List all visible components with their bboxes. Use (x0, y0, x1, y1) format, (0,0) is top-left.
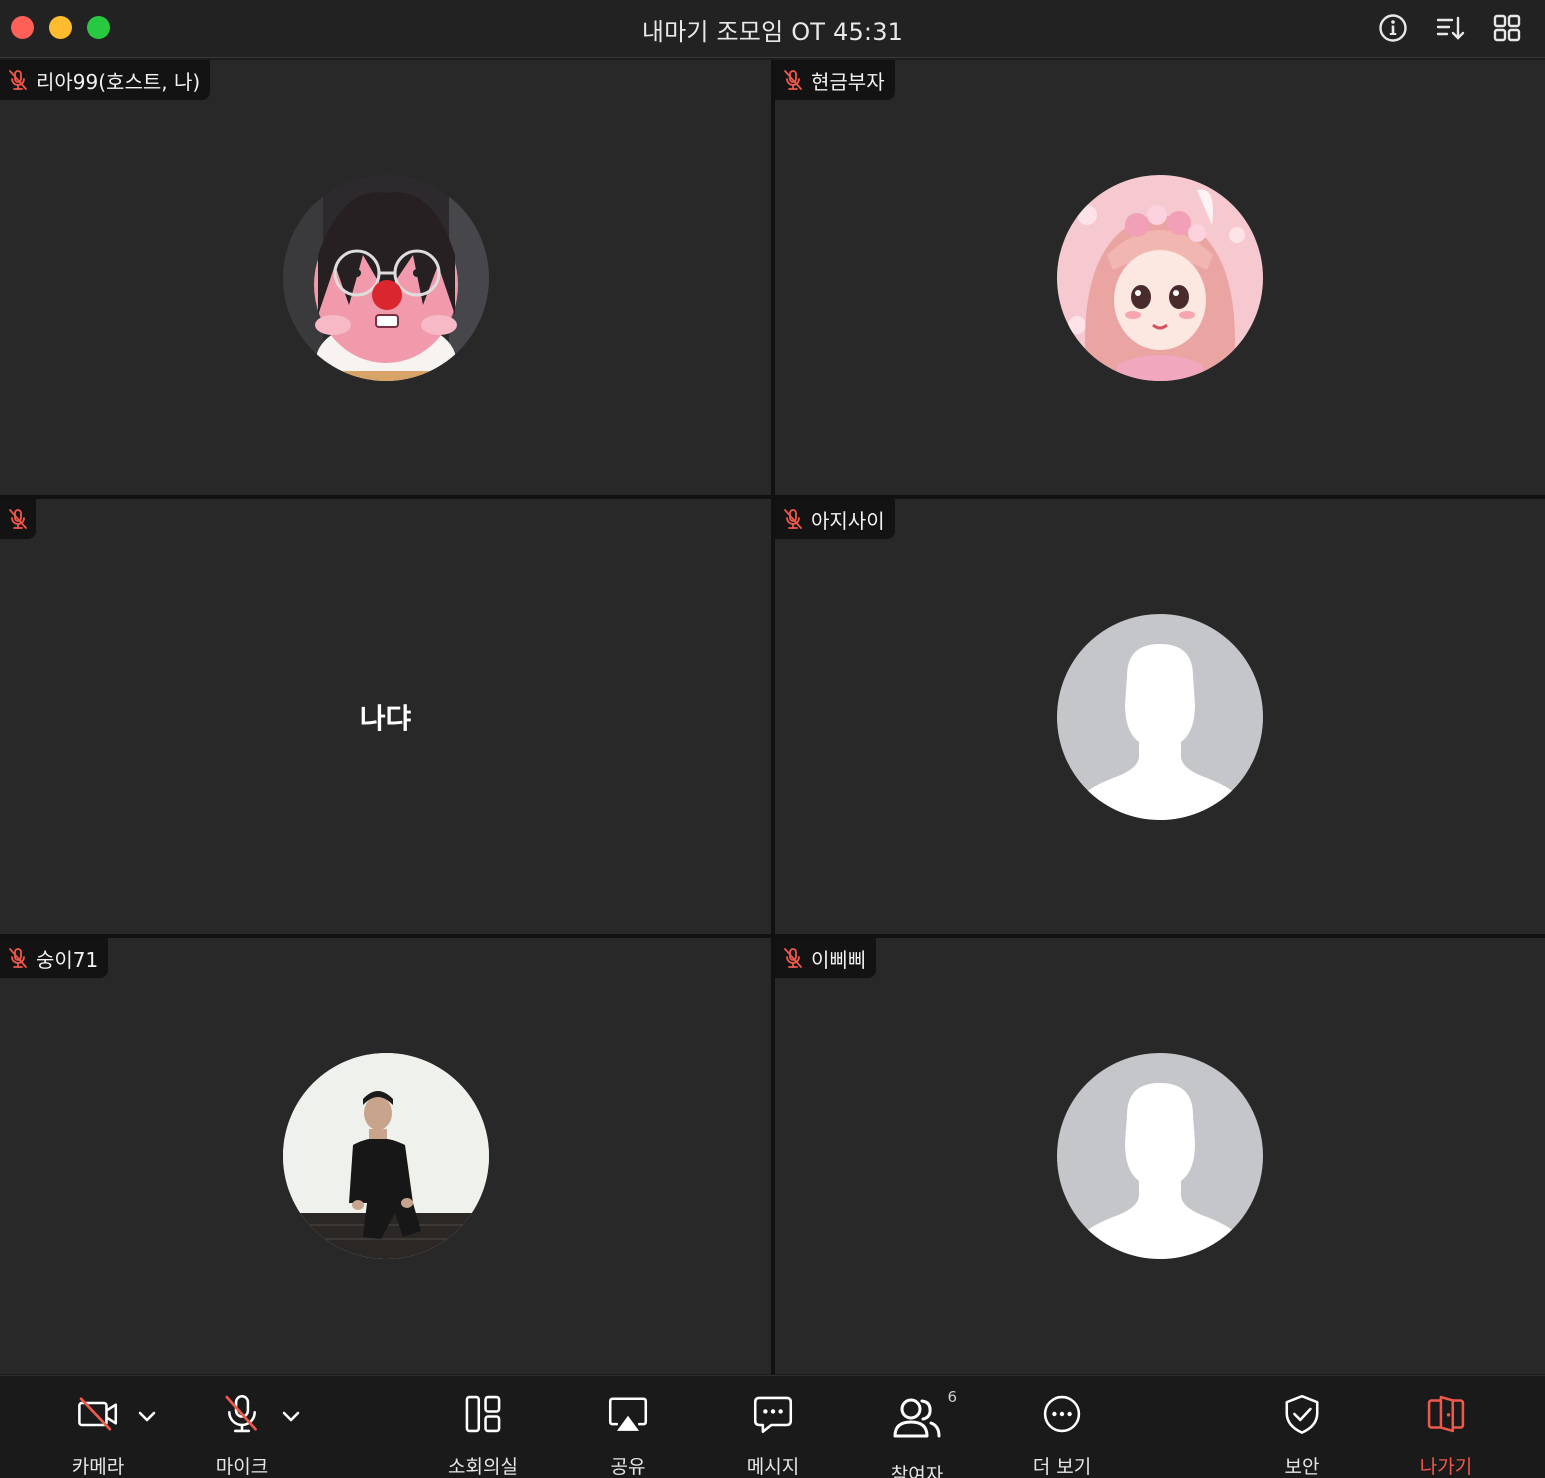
participant-tile[interactable]: 숭이71 (0, 938, 771, 1374)
camera-options-chevron-down-icon[interactable] (135, 1404, 159, 1428)
breakout-rooms-button[interactable]: 소회의실 (428, 1376, 538, 1478)
more-label: 더 보기 (1032, 1456, 1092, 1478)
gallery-view-icon[interactable] (1491, 12, 1523, 44)
anime-girl-avatar-icon (1057, 174, 1263, 381)
participants-icon (893, 1398, 941, 1438)
person-photo-avatar-icon (282, 1053, 489, 1259)
info-icon[interactable] (1377, 12, 1409, 44)
participant-name-tag: 숭이71 (0, 938, 109, 978)
participant-name: 숭이71 (36, 947, 99, 972)
participant-name-tag: 현금부자 (775, 60, 895, 100)
participant-name-tag: 이삐삐 (775, 938, 877, 978)
share-label: 공유 (610, 1456, 646, 1478)
mic-muted-icon (9, 509, 27, 529)
camera-label: 카메라 (71, 1456, 125, 1478)
mic-muted-icon (784, 509, 802, 529)
camera-button[interactable]: 카메라 (52, 1376, 144, 1478)
participant-name: 리아99(호스트, 나) (36, 69, 201, 94)
participant-tile[interactable]: 아지사이 (775, 499, 1545, 934)
more-button[interactable]: 더 보기 (1012, 1376, 1112, 1478)
participant-name: 이삐삐 (811, 947, 867, 972)
video-grid: 리아99(호스트, 나) 현금부자 나댜 아지사이 숭이71 이삐삐 (0, 60, 1545, 1374)
participant-display-name: 나댜 (359, 701, 412, 735)
participant-name: 아지사이 (811, 508, 885, 533)
default-person-icon (1057, 1053, 1263, 1259)
avatar (1057, 174, 1263, 381)
title-bar: 내마기 조모임 OT 45:31 (0, 0, 1545, 58)
avatar (282, 174, 489, 381)
participant-tile[interactable]: 이삐삐 (775, 938, 1545, 1374)
mic-options-chevron-down-icon[interactable] (279, 1404, 303, 1428)
chat-button[interactable]: 메시지 (727, 1376, 819, 1478)
window-title: 내마기 조모임 OT 45:31 (641, 18, 904, 46)
mic-muted-icon (225, 1394, 257, 1433)
security-label: 보안 (1284, 1456, 1320, 1478)
camera-off-icon (78, 1397, 118, 1431)
mic-muted-icon (9, 948, 27, 968)
security-button[interactable]: 보안 (1256, 1376, 1348, 1478)
mic-label: 마이크 (215, 1456, 269, 1478)
leave-meeting-button[interactable]: 나가기 (1400, 1376, 1492, 1478)
participant-tile[interactable]: 나댜 (0, 499, 771, 934)
share-screen-button[interactable]: 공유 (582, 1376, 674, 1478)
participant-name: 현금부자 (811, 69, 885, 94)
message-label: 메시지 (746, 1456, 800, 1478)
meeting-toolbar: 카메라 마이크 소회의실 공유 메시지 6 참여자 더 보기 보안 나가기 (0, 1375, 1545, 1478)
mic-button[interactable]: 마이크 (196, 1376, 288, 1478)
participant-name-tag: 아지사이 (775, 499, 895, 539)
breakout-rooms-icon (465, 1395, 501, 1433)
participant-tile[interactable]: 현금부자 (775, 60, 1545, 495)
participant-tile[interactable]: 리아99(호스트, 나) (0, 60, 771, 495)
participants-icon-wrap: 6 (891, 1388, 957, 1444)
sort-icon[interactable] (1434, 12, 1466, 44)
avatar (1057, 613, 1263, 820)
mic-muted-icon (784, 70, 802, 90)
leave-label: 나가기 (1419, 1456, 1473, 1478)
participants-button[interactable]: 6 참여자 (864, 1376, 970, 1478)
breakout-rooms-label: 소회의실 (448, 1456, 518, 1478)
participant-name-tag: 리아99(호스트, 나) (0, 60, 211, 100)
shield-check-icon (1285, 1394, 1319, 1434)
chat-bubble-icon (753, 1396, 793, 1434)
default-person-icon (1057, 613, 1263, 820)
leave-door-icon (1427, 1395, 1465, 1433)
participants-label: 참여자 (890, 1464, 944, 1478)
pink-plush-avatar-icon (282, 174, 489, 381)
mic-muted-icon (9, 70, 27, 90)
participants-count-badge: 6 (947, 1388, 957, 1406)
more-options-icon (1043, 1395, 1081, 1433)
share-screen-icon (608, 1397, 648, 1431)
avatar (1057, 1053, 1263, 1259)
avatar (282, 1053, 489, 1259)
participant-name-tag (0, 499, 36, 539)
mic-muted-icon (784, 948, 802, 968)
